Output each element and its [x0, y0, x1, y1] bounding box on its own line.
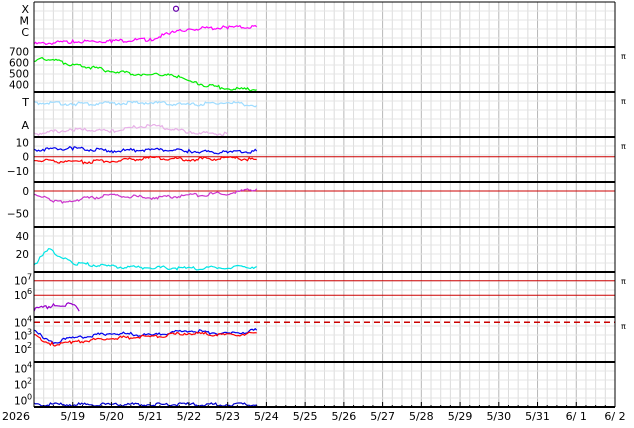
- y-tick-label: −10: [7, 166, 29, 178]
- y-tick-exponent: 7: [27, 273, 32, 282]
- x-tick-label: 5/28: [409, 410, 434, 423]
- y-tick-label: 10: [14, 276, 27, 288]
- y-tick-label: −50: [7, 209, 29, 221]
- right-panel-label: π: [621, 52, 626, 61]
- series-line: [33, 248, 257, 271]
- x-tick-label: 5/31: [525, 410, 550, 423]
- x-year-label: 2026: [2, 410, 30, 423]
- y-tick-label: 10: [14, 396, 27, 408]
- x-tick-label: 5/29: [448, 410, 473, 423]
- series-line: [33, 401, 258, 407]
- space-weather-chart: X M C 400 500 600 700 π T Aπ 10 0 −10 π 0 −50 40 20 10 7 10 6…: [0, 0, 634, 424]
- y-tick-label: 10: [16, 138, 29, 150]
- y-tick-label: 0: [22, 152, 29, 164]
- x-tick-label: 5/22: [177, 410, 202, 423]
- x-tick-label: 5/26: [332, 410, 357, 423]
- series-line: [33, 155, 257, 165]
- y-tick-label: 400: [9, 79, 29, 91]
- panel-mag-t: TAπ: [21, 96, 626, 137]
- panel-bz: 10 0 −10 π: [7, 138, 626, 178]
- x-tick-label: 5/21: [138, 410, 163, 423]
- y-tick-exponent: 4: [27, 314, 32, 323]
- y-tick-exponent: 4: [27, 360, 32, 369]
- y-tick-exponent: 6: [27, 287, 32, 296]
- x-tick-label: 5/24: [254, 410, 279, 423]
- x-tick-label: 5/19: [60, 410, 85, 423]
- y-axis-label: A: [21, 119, 29, 132]
- x-tick-label: 5/25: [293, 410, 318, 423]
- panel-xray: XMC: [20, 3, 615, 46]
- y-tick-label: 10: [14, 290, 27, 302]
- right-panel-label: π: [621, 277, 626, 286]
- x-tick-label: 5/23: [215, 410, 240, 423]
- series-line: [33, 145, 258, 155]
- y-tick-label: 10: [14, 317, 27, 329]
- y-tick-exponent: 2: [27, 377, 32, 386]
- x-tick-label: 6/ 1: [566, 410, 587, 423]
- right-panel-label: π: [621, 322, 626, 331]
- y-tick-exponent: 0: [27, 393, 32, 402]
- right-panel-label: π: [621, 142, 626, 151]
- series-line: [33, 24, 258, 46]
- y-axis-label: C: [21, 26, 29, 39]
- x-tick-label: 5/27: [370, 410, 395, 423]
- panel-electron-flux: 10 710 6 π: [14, 273, 626, 312]
- panel-phi: 0 −50: [7, 186, 615, 221]
- y-tick-label: 10: [14, 380, 27, 392]
- x-tick-label: 5/30: [486, 410, 511, 423]
- y-tick-label: 20: [16, 249, 29, 261]
- series-line: [33, 100, 258, 108]
- y-tick-label: 40: [16, 231, 29, 243]
- y-axis-label: T: [21, 96, 29, 109]
- x-tick-label: 6/ 2: [604, 410, 625, 423]
- y-tick-label: 700: [9, 46, 29, 58]
- y-tick-label: 10: [14, 363, 27, 375]
- y-tick-label: 500: [9, 68, 29, 80]
- chart-svg: XMC400500600700 πTAπ100−10π0−50402010 710 6…: [2, 1, 626, 423]
- y-tick-label: 0: [22, 186, 29, 198]
- right-panel-label: π: [621, 97, 626, 106]
- x-tick-label: 5/20: [99, 410, 124, 423]
- y-tick-exponent: 2: [27, 341, 32, 350]
- y-tick-label: 600: [9, 57, 29, 69]
- y-tick-exponent: 3: [27, 328, 32, 337]
- panel-proton-flux: 10 410 310 2π: [14, 314, 626, 355]
- y-tick-label: 10: [14, 344, 27, 356]
- y-tick-label: 10: [14, 331, 27, 343]
